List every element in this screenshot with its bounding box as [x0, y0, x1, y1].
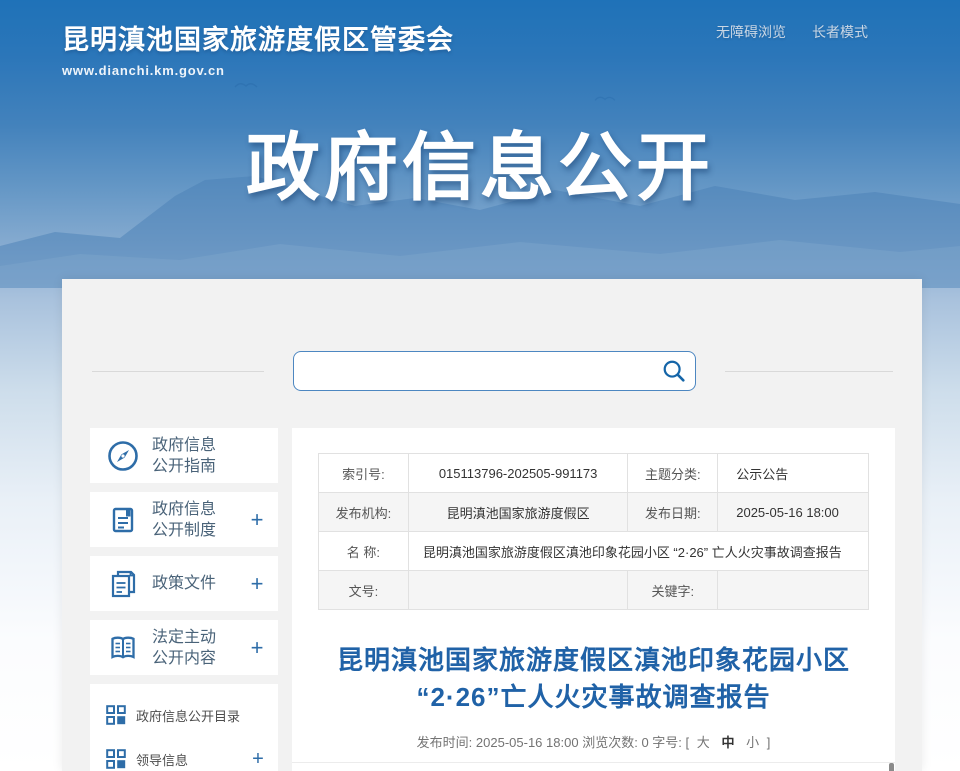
inner-scrollbar-thumb[interactable] — [889, 763, 894, 771]
sidebar-subsection: 政府信息公开目录 领导信息 + — [90, 684, 278, 771]
expand-plus-icon[interactable]: + — [248, 571, 266, 597]
sidebar-item-disclosure-guide[interactable]: 政府信息公开指南 — [90, 428, 278, 483]
sidebar-item-leader-info[interactable]: 领导信息 + — [106, 742, 266, 771]
table-row: 名 称: 昆明滇池国家旅游度假区滇池印象花园小区 “2·26” 亡人火灾事故调查… — [319, 532, 869, 571]
left-divider — [92, 371, 264, 372]
sidebar-item-statutory-disclosure[interactable]: 法定主动公开内容 + — [90, 620, 278, 675]
sidebar-item-label: 政府信息公开指南 — [152, 435, 248, 477]
sidebar-item-disclosure-system[interactable]: 政府信息公开制度 + — [90, 492, 278, 547]
topic-label: 主题分类: — [628, 454, 718, 493]
table-row: 文号: 关键字: — [319, 571, 869, 610]
search-input[interactable] — [294, 352, 653, 390]
docnum-label: 文号: — [319, 571, 409, 610]
fontsize-medium-button[interactable]: 中 — [717, 735, 738, 750]
index-label: 索引号: — [319, 454, 409, 493]
sidebar-item-label: 法定主动公开内容 — [152, 627, 248, 669]
views-count: 0 — [641, 735, 648, 750]
fontsize-small-button[interactable]: 小 — [742, 735, 763, 750]
search-row — [62, 351, 922, 391]
bracket: [ — [686, 735, 690, 750]
search-icon — [661, 358, 687, 384]
fontsize-label: 字号: — [652, 735, 682, 750]
compass-icon — [104, 437, 142, 475]
sidebar-item-label: 政府信息公开制度 — [152, 499, 248, 541]
document-meta-table: 索引号: 015113796-202505-991173 主题分类: 公示公告 … — [318, 453, 869, 610]
table-row: 索引号: 015113796-202505-991173 主题分类: 公示公告 — [319, 454, 869, 493]
date-value: 2025-05-16 18:00 — [718, 493, 869, 532]
site-title[interactable]: 昆明滇池国家旅游度假区管委会 — [62, 18, 454, 57]
open-book-icon — [104, 629, 142, 667]
bird-icon — [594, 94, 616, 103]
article-title-line1: 昆明滇池国家旅游度假区滇池印象花园小区 — [292, 642, 895, 679]
sidebar-item-disclosure-catalog[interactable]: 政府信息公开目录 — [106, 698, 266, 732]
grid-icon — [106, 705, 126, 725]
article-title-line2: “2·26”亡人火灾事故调查报告 — [292, 679, 895, 716]
org-label: 发布机构: — [319, 493, 409, 532]
content-card: 政府信息公开指南 政府信息公开制度 + — [62, 279, 922, 771]
views-label: 浏览次数: — [582, 735, 638, 750]
keyword-value — [718, 571, 869, 610]
expand-plus-icon[interactable]: + — [248, 635, 266, 661]
bracket: ] — [767, 735, 771, 750]
bird-icon — [234, 80, 258, 90]
expand-plus-icon[interactable]: + — [248, 507, 266, 533]
name-label: 名 称: — [319, 532, 409, 571]
publish-time: 2025-05-16 18:00 — [476, 735, 579, 750]
org-value: 昆明滇池国家旅游度假区 — [408, 493, 628, 532]
search-box — [293, 351, 696, 391]
article-panel: 索引号: 015113796-202505-991173 主题分类: 公示公告 … — [292, 428, 895, 771]
table-row: 发布机构: 昆明滇池国家旅游度假区 发布日期: 2025-05-16 18:00 — [319, 493, 869, 532]
site-header: 昆明滇池国家旅游度假区管委会 www.dianchi.km.gov.cn — [62, 18, 454, 78]
site-url: www.dianchi.km.gov.cn — [62, 63, 454, 78]
date-label: 发布日期: — [628, 493, 718, 532]
topic-value: 公示公告 — [718, 454, 869, 493]
article-title: 昆明滇池国家旅游度假区滇池印象花园小区 “2·26”亡人火灾事故调查报告 — [292, 642, 895, 716]
utility-links: 无障碍浏览 长者模式 — [716, 22, 868, 42]
sidebar-item-policy-files[interactable]: 政策文件 + — [90, 556, 278, 611]
accessibility-link[interactable]: 无障碍浏览 — [716, 22, 786, 42]
document-icon — [104, 501, 142, 539]
sidebar-item-label: 政策文件 — [152, 573, 248, 594]
keyword-label: 关键字: — [628, 571, 718, 610]
expand-plus-icon[interactable]: + — [250, 748, 266, 771]
name-value: 昆明滇池国家旅游度假区滇池印象花园小区 “2·26” 亡人火灾事故调查报告 — [408, 532, 868, 571]
sidebar-item-label: 政府信息公开目录 — [136, 706, 250, 725]
search-button[interactable] — [653, 352, 695, 390]
sidebar: 政府信息公开指南 政府信息公开制度 + — [90, 428, 278, 771]
docnum-value — [408, 571, 628, 610]
page-title: 政府信息公开 — [0, 108, 960, 215]
grid-icon — [106, 749, 126, 769]
elder-mode-link[interactable]: 长者模式 — [812, 22, 868, 42]
right-divider — [725, 371, 893, 372]
section-divider — [292, 762, 895, 763]
publish-info: 发布时间: 2025-05-16 18:00 浏览次数: 0 字号: [ 大 中… — [292, 732, 895, 751]
sidebar-item-label: 领导信息 — [136, 750, 250, 769]
publish-time-label: 发布时间: — [417, 735, 473, 750]
fontsize-large-button[interactable]: 大 — [693, 735, 714, 750]
index-value: 015113796-202505-991173 — [408, 454, 628, 493]
documents-icon — [104, 565, 142, 603]
